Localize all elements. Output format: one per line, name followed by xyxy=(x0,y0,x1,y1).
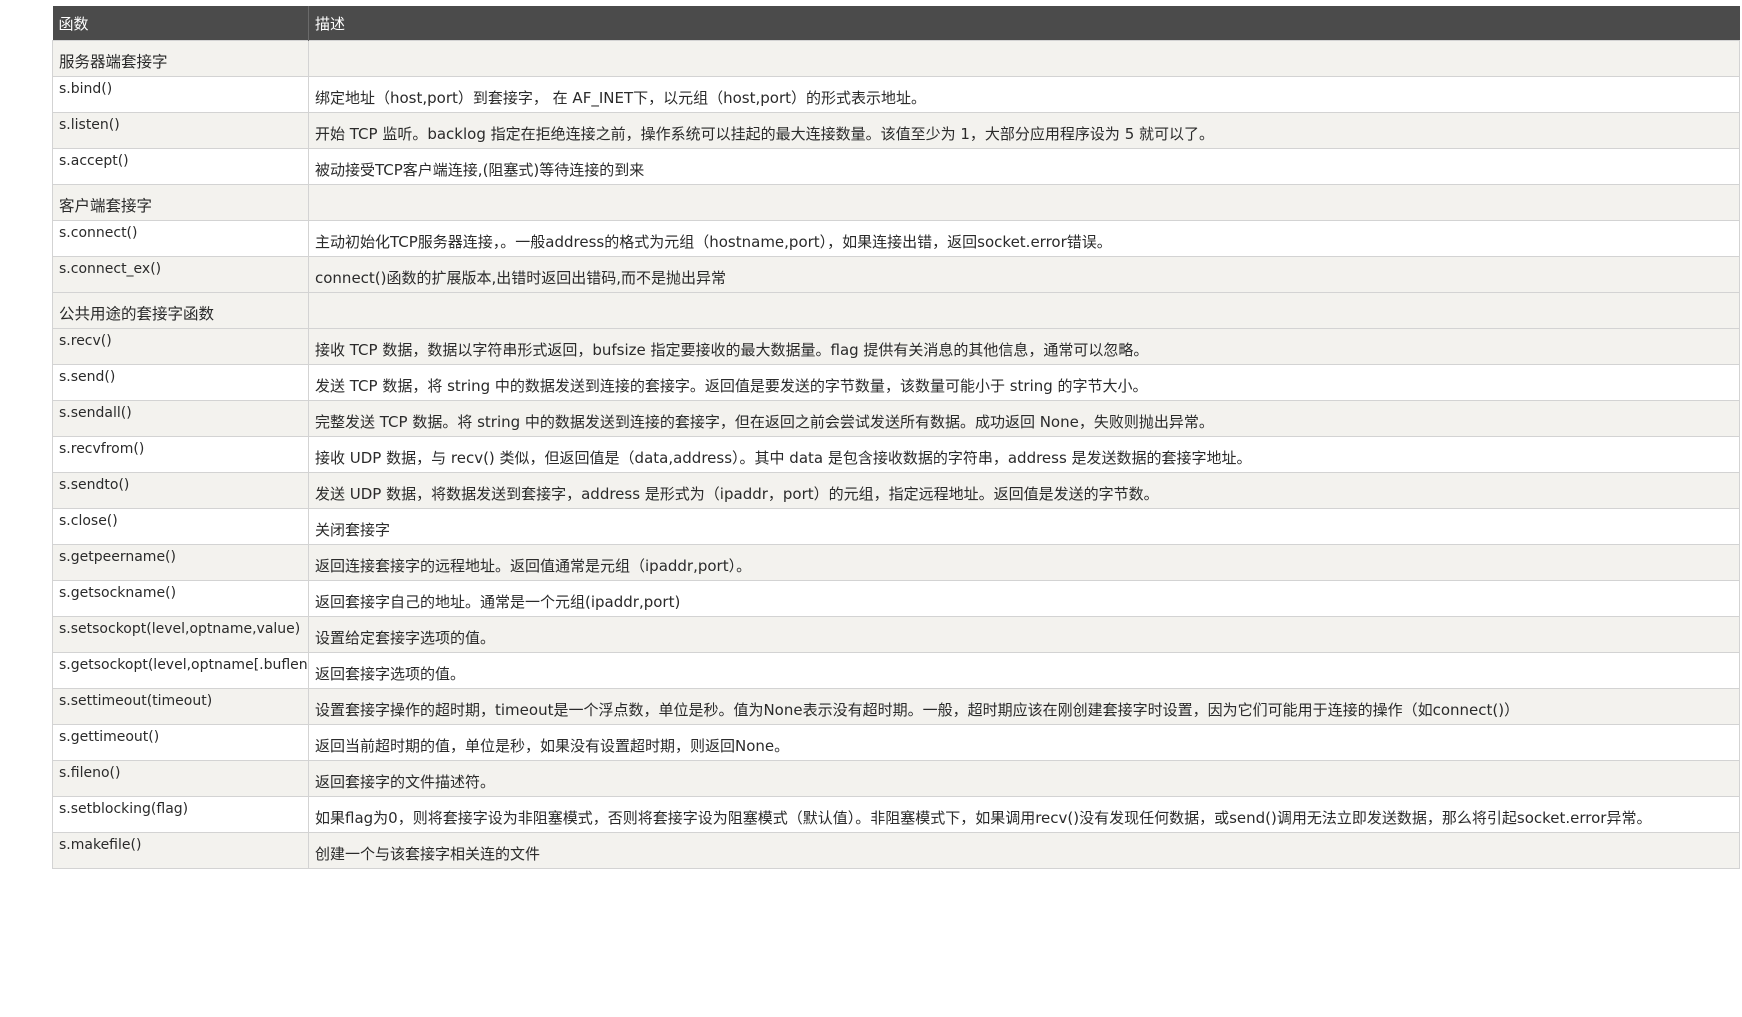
section-empty-cell xyxy=(308,40,1740,77)
table-row: s.gettimeout() 返回当前超时期的值，单位是秒，如果没有设置超时期，则… xyxy=(52,724,1740,761)
function-description: 返回连接套接字的远程地址。返回值通常是元组（ipaddr,port）。 xyxy=(308,544,1740,581)
table-row: s.settimeout(timeout) 设置套接字操作的超时期，timeout… xyxy=(52,688,1740,725)
function-description: 主动初始化TCP服务器连接，。一般address的格式为元组（hostname,… xyxy=(308,220,1740,257)
function-name: s.getpeername() xyxy=(52,544,309,581)
function-description: connect()函数的扩展版本,出错时返回出错码,而不是抛出异常 xyxy=(308,256,1740,293)
section-row: 公共用途的套接字函数 xyxy=(52,292,1740,329)
section-title: 公共用途的套接字函数 xyxy=(52,292,309,329)
table-row: s.sendall() 完整发送 TCP 数据。将 string 中的数据发送到连… xyxy=(52,400,1740,437)
function-name: s.recvfrom() xyxy=(52,436,309,473)
function-description: 发送 UDP 数据，将数据发送到套接字，address 是形式为（ipaddr，… xyxy=(308,472,1740,509)
function-description: 返回套接字选项的值。 xyxy=(308,652,1740,689)
table-header: 函数 描述 xyxy=(52,6,1740,41)
function-name: s.sendto() xyxy=(52,472,309,509)
header-function: 函数 xyxy=(52,6,309,41)
function-name: s.setsockopt(level,optname,value) xyxy=(52,616,309,653)
table-row: s.recvfrom() 接收 UDP 数据，与 recv() 类似，但返回值是（… xyxy=(52,436,1740,473)
table-row: s.close() 关闭套接字 xyxy=(52,508,1740,545)
socket-functions-table: 函数 描述 服务器端套接字 s.bind() 绑定地址（host,port）到套接字… xyxy=(52,6,1740,869)
table-row: s.setsockopt(level,optname,value) 设置给定套接字… xyxy=(52,616,1740,653)
table-header-row: 函数 描述 xyxy=(52,6,1740,41)
table-row: s.getsockname() 返回套接字自己的地址。通常是一个元组(ipaddr… xyxy=(52,580,1740,617)
function-description: 返回套接字的文件描述符。 xyxy=(308,760,1740,797)
table-row: s.getsockopt(level,optname[.buflen]) 返回套接… xyxy=(52,652,1740,689)
socket-functions-table-container: 函数 描述 服务器端套接字 s.bind() 绑定地址（host,port）到套接字… xyxy=(52,6,1740,869)
function-description: 如果flag为0，则将套接字设为非阻塞模式，否则将套接字设为阻塞模式（默认值）。… xyxy=(308,796,1740,833)
header-description: 描述 xyxy=(308,6,1740,41)
table-row: s.getpeername() 返回连接套接字的远程地址。返回值通常是元组（ipa… xyxy=(52,544,1740,581)
function-name: s.listen() xyxy=(52,112,309,149)
function-name: s.gettimeout() xyxy=(52,724,309,761)
function-name: s.close() xyxy=(52,508,309,545)
function-name: s.connect_ex() xyxy=(52,256,309,293)
table-row: s.connect_ex() connect()函数的扩展版本,出错时返回出错码,… xyxy=(52,256,1740,293)
table-row: s.fileno() 返回套接字的文件描述符。 xyxy=(52,760,1740,797)
function-name: s.settimeout(timeout) xyxy=(52,688,309,725)
function-name: s.setblocking(flag) xyxy=(52,796,309,833)
function-description: 设置套接字操作的超时期，timeout是一个浮点数，单位是秒。值为None表示没… xyxy=(308,688,1740,725)
table-row: s.connect() 主动初始化TCP服务器连接，。一般address的格式为元… xyxy=(52,220,1740,257)
table-body: 服务器端套接字 s.bind() 绑定地址（host,port）到套接字， 在 AF… xyxy=(52,40,1740,869)
function-description: 创建一个与该套接字相关连的文件 xyxy=(308,832,1740,869)
function-name: s.accept() xyxy=(52,148,309,185)
function-name: s.send() xyxy=(52,364,309,401)
table-row: s.recv() 接收 TCP 数据，数据以字符串形式返回，bufsize 指定要… xyxy=(52,328,1740,365)
function-description: 完整发送 TCP 数据。将 string 中的数据发送到连接的套接字，但在返回之… xyxy=(308,400,1740,437)
function-description: 设置给定套接字选项的值。 xyxy=(308,616,1740,653)
table-row: s.bind() 绑定地址（host,port）到套接字， 在 AF_INET下，… xyxy=(52,76,1740,113)
section-empty-cell xyxy=(308,292,1740,329)
table-row: s.accept() 被动接受TCP客户端连接,(阻塞式)等待连接的到来 xyxy=(52,148,1740,185)
section-title: 客户端套接字 xyxy=(52,184,309,221)
section-row: 客户端套接字 xyxy=(52,184,1740,221)
function-description: 返回套接字自己的地址。通常是一个元组(ipaddr,port) xyxy=(308,580,1740,617)
function-description: 关闭套接字 xyxy=(308,508,1740,545)
function-name: s.recv() xyxy=(52,328,309,365)
section-row: 服务器端套接字 xyxy=(52,40,1740,77)
table-row: s.makefile() 创建一个与该套接字相关连的文件 xyxy=(52,832,1740,869)
function-description: 接收 UDP 数据，与 recv() 类似，但返回值是（data,address… xyxy=(308,436,1740,473)
function-name: s.sendall() xyxy=(52,400,309,437)
function-name: s.bind() xyxy=(52,76,309,113)
function-description: 绑定地址（host,port）到套接字， 在 AF_INET下，以元组（host… xyxy=(308,76,1740,113)
section-empty-cell xyxy=(308,184,1740,221)
function-description: 开始 TCP 监听。backlog 指定在拒绝连接之前，操作系统可以挂起的最大连… xyxy=(308,112,1740,149)
function-description: 发送 TCP 数据，将 string 中的数据发送到连接的套接字。返回值是要发送… xyxy=(308,364,1740,401)
table-row: s.sendto() 发送 UDP 数据，将数据发送到套接字，address 是形… xyxy=(52,472,1740,509)
function-description: 接收 TCP 数据，数据以字符串形式返回，bufsize 指定要接收的最大数据量… xyxy=(308,328,1740,365)
table-row: s.setblocking(flag) 如果flag为0，则将套接字设为非阻塞模式… xyxy=(52,796,1740,833)
function-name: s.getsockopt(level,optname[.buflen]) xyxy=(52,652,309,689)
function-description: 返回当前超时期的值，单位是秒，如果没有设置超时期，则返回None。 xyxy=(308,724,1740,761)
section-title: 服务器端套接字 xyxy=(52,40,309,77)
function-description: 被动接受TCP客户端连接,(阻塞式)等待连接的到来 xyxy=(308,148,1740,185)
function-name: s.fileno() xyxy=(52,760,309,797)
table-row: s.send() 发送 TCP 数据，将 string 中的数据发送到连接的套接字… xyxy=(52,364,1740,401)
table-row: s.listen() 开始 TCP 监听。backlog 指定在拒绝连接之前，操作… xyxy=(52,112,1740,149)
function-name: s.getsockname() xyxy=(52,580,309,617)
function-name: s.connect() xyxy=(52,220,309,257)
function-name: s.makefile() xyxy=(52,832,309,869)
